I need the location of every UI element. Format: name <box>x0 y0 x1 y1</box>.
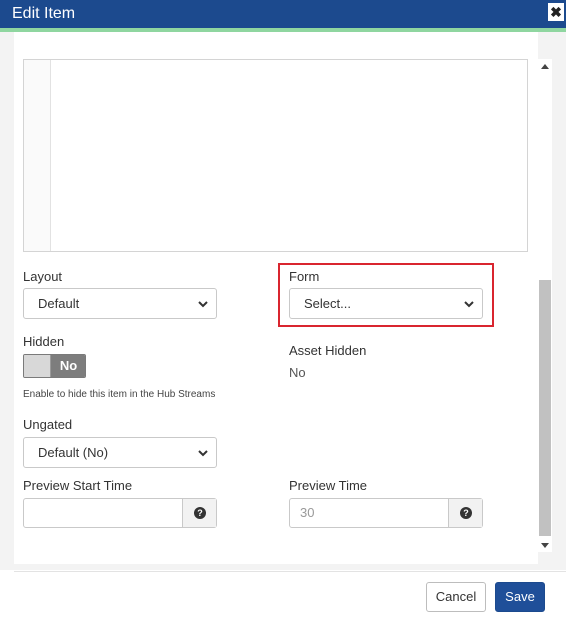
scrollbar-thumb[interactable] <box>539 280 551 536</box>
preview-start-time-help-button[interactable]: ? <box>182 499 216 527</box>
dialog-header: Edit Item ✖ <box>0 0 566 28</box>
dialog-title: Edit Item <box>12 5 76 22</box>
ungated-label: Ungated <box>23 417 73 432</box>
toggle-state: No <box>51 355 85 377</box>
preview-time-group: 30 ? <box>289 498 483 528</box>
content-editor[interactable] <box>23 59 528 252</box>
layout-label: Layout <box>23 269 63 284</box>
chevron-down-icon <box>198 450 208 457</box>
hidden-label: Hidden <box>23 334 65 349</box>
preview-time-label: Preview Time <box>289 478 368 493</box>
scroll-down-arrow-icon[interactable] <box>541 543 549 548</box>
preview-start-time-label: Preview Start Time <box>23 478 133 493</box>
cancel-button[interactable]: Cancel <box>426 582 486 612</box>
form-select[interactable]: Select... <box>289 288 483 319</box>
question-circle-icon: ? <box>460 507 472 519</box>
form-select-value: Select... <box>304 296 351 311</box>
toggle-knob <box>24 355 51 377</box>
editor-gutter <box>24 60 51 251</box>
hidden-help-text: Enable to hide this item in the Hub Stre… <box>23 389 216 400</box>
chevron-down-icon <box>198 301 208 308</box>
close-icon[interactable]: ✖ <box>548 3 564 21</box>
asset-hidden-value: No <box>289 365 306 380</box>
scroll-up-arrow-icon[interactable] <box>541 64 549 69</box>
form-label: Form <box>289 269 320 284</box>
ungated-select-value: Default (No) <box>38 445 109 460</box>
layout-select-value: Default <box>38 296 80 311</box>
asset-hidden-label: Asset Hidden <box>289 343 367 358</box>
question-circle-icon: ? <box>194 507 206 519</box>
ungated-select[interactable]: Default (No) <box>23 437 217 468</box>
chevron-down-icon <box>464 301 474 308</box>
preview-start-time-group: ? <box>23 498 217 528</box>
layout-select[interactable]: Default <box>23 288 217 319</box>
preview-start-time-input[interactable] <box>24 499 182 527</box>
preview-time-input[interactable]: 30 <box>290 499 448 527</box>
footer-divider <box>14 571 566 572</box>
preview-time-help-button[interactable]: ? <box>448 499 482 527</box>
hidden-toggle[interactable]: No <box>23 354 86 378</box>
save-button[interactable]: Save <box>495 582 545 612</box>
